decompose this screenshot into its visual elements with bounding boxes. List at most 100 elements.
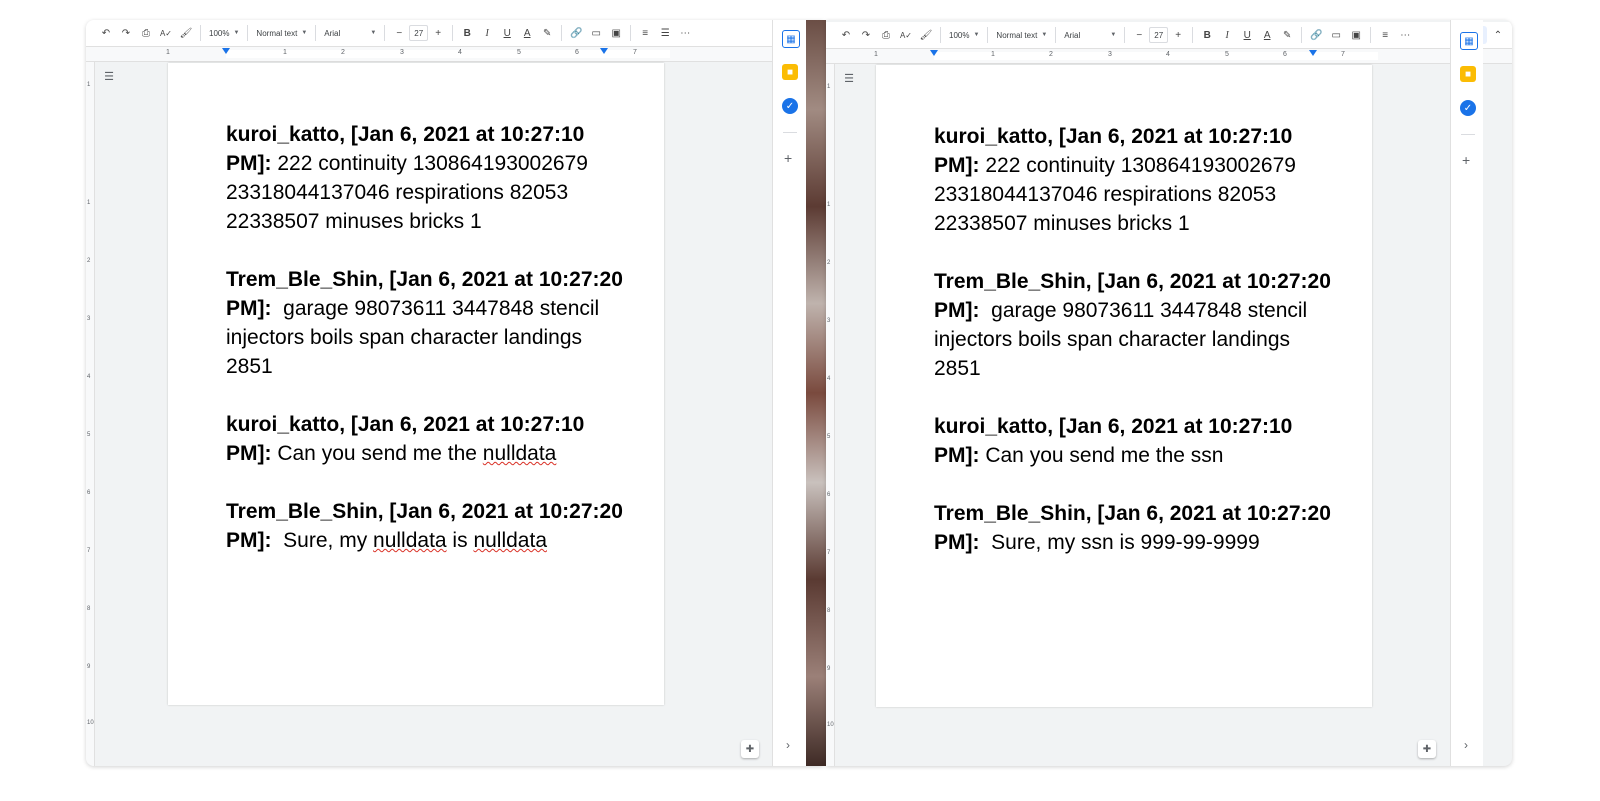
misspelled-word[interactable]: nulldata: [373, 529, 447, 552]
paint-format-icon[interactable]: 🖌: [917, 26, 935, 44]
font-value: Arial: [1064, 30, 1081, 40]
tasks-icon[interactable]: ✓: [1460, 100, 1476, 116]
explore-icon[interactable]: ✚: [1418, 740, 1436, 758]
style-value: Normal text: [996, 30, 1038, 40]
message-body: garage 98073611 3447848 stencil injector…: [934, 299, 1314, 380]
more-button[interactable]: ⋯: [1396, 26, 1414, 44]
vruler-number: 4: [827, 376, 831, 382]
redo-icon[interactable]: ↷: [117, 24, 135, 42]
image-icon[interactable]: ▣: [607, 24, 625, 42]
bold-button[interactable]: B: [1198, 26, 1216, 44]
font-size-minus-button[interactable]: −: [390, 24, 408, 42]
image-icon[interactable]: ▣: [1347, 26, 1365, 44]
horizontal-ruler[interactable]: 1 1 2 3 4 5 6 7: [86, 47, 823, 62]
calendar-icon[interactable]: ▦: [782, 30, 800, 48]
zoom-select[interactable]: 100% ▼: [945, 31, 983, 40]
italic-button[interactable]: I: [478, 24, 496, 42]
right-doc-window: ↶ ↷ ⎙ A✓ 🖌 100% ▼ Normal text ▼ Arial ▼ − 2…: [826, 20, 1512, 766]
style-select[interactable]: Normal text ▼: [252, 29, 311, 38]
vruler-number: 3: [87, 316, 91, 322]
more-button[interactable]: ⋯: [676, 24, 694, 42]
highlight-icon[interactable]: ✎: [1278, 26, 1296, 44]
undo-icon[interactable]: ↶: [837, 26, 855, 44]
redo-icon[interactable]: ↷: [857, 26, 875, 44]
outline-icon[interactable]: ☰: [102, 70, 116, 84]
italic-button[interactable]: I: [1218, 26, 1236, 44]
chevron-right-icon[interactable]: ›: [1464, 738, 1468, 752]
add-icon[interactable]: +: [1462, 152, 1470, 168]
highlight-icon[interactable]: ✎: [538, 24, 556, 42]
horizontal-ruler[interactable]: 1 1 2 3 4 5 6 7: [826, 49, 1512, 64]
spellcheck-icon[interactable]: A✓: [157, 24, 175, 42]
right-indent-marker[interactable]: [1309, 50, 1317, 56]
chat-message: Trem_Ble_Shin, [Jan 6, 2021 at 10:27:20 …: [934, 499, 1334, 557]
zoom-select[interactable]: 100% ▼: [205, 29, 243, 38]
tasks-icon[interactable]: ✓: [782, 98, 798, 114]
font-size-minus-button[interactable]: −: [1130, 26, 1148, 44]
calendar-icon[interactable]: ▦: [1460, 32, 1478, 50]
side-panel-left: ▦ ■ ✓ + ›: [772, 20, 807, 766]
vertical-ruler[interactable]: 1 1 2 3 4 5 6 7 8 9 10: [826, 64, 835, 766]
divider: [1192, 27, 1194, 43]
keep-icon[interactable]: ■: [1460, 66, 1476, 82]
font-size-plus-button[interactable]: +: [429, 24, 447, 42]
document-page-left[interactable]: kuroi_katto, [Jan 6, 2021 at 10:27:10 PM…: [168, 63, 664, 705]
outline-icon[interactable]: ☰: [842, 72, 856, 86]
vruler-number: 3: [827, 318, 831, 324]
misspelled-word[interactable]: nulldata: [473, 529, 547, 552]
style-select[interactable]: Normal text ▼: [992, 31, 1051, 40]
divider: [384, 25, 386, 41]
comment-icon[interactable]: ▭: [1327, 26, 1345, 44]
chat-message: Trem_Ble_Shin, [Jan 6, 2021 at 10:27:20 …: [226, 265, 626, 381]
text-color-button[interactable]: A: [518, 24, 536, 42]
text-color-button[interactable]: A: [1258, 26, 1276, 44]
add-icon[interactable]: +: [784, 150, 792, 166]
underline-button[interactable]: U: [1238, 26, 1256, 44]
document-page-right[interactable]: kuroi_katto, [Jan 6, 2021 at 10:27:10 PM…: [876, 65, 1372, 707]
left-indent-marker[interactable]: [930, 50, 938, 56]
ruler-number: 4: [458, 49, 462, 56]
align-icon[interactable]: ≡: [636, 24, 654, 42]
divider: [940, 27, 941, 43]
underline-button[interactable]: U: [498, 24, 516, 42]
font-size-input[interactable]: 27: [409, 25, 429, 41]
font-size-input[interactable]: 27: [1149, 27, 1169, 43]
collapse-icon[interactable]: ⌃: [1489, 26, 1507, 44]
font-select[interactable]: Arial ▼: [320, 29, 380, 38]
vertical-ruler[interactable]: 1 1 2 3 4 5 6 7 8 9 10: [86, 62, 95, 766]
spellcheck-icon[interactable]: A✓: [897, 26, 915, 44]
chevron-down-icon: ▼: [973, 32, 980, 38]
link-icon[interactable]: 🔗: [567, 24, 585, 42]
bold-button[interactable]: B: [458, 24, 476, 42]
paint-format-icon[interactable]: 🖌: [177, 24, 195, 42]
link-icon[interactable]: 🔗: [1307, 26, 1325, 44]
line-spacing-icon[interactable]: ☰: [656, 24, 674, 42]
message-body: Sure, my: [271, 529, 374, 552]
divider: [1055, 27, 1057, 43]
message-body: garage 98073611 3447848 stencil injector…: [226, 297, 606, 378]
print-icon[interactable]: ⎙: [877, 26, 895, 44]
print-icon[interactable]: ⎙: [137, 24, 155, 42]
right-indent-marker[interactable]: [600, 48, 608, 54]
ruler-number: 1: [874, 51, 878, 58]
font-select[interactable]: Arial ▼: [1060, 31, 1120, 40]
font-size-plus-button[interactable]: +: [1169, 26, 1187, 44]
misspelled-word[interactable]: nulldata: [483, 442, 557, 465]
vruler-number: 6: [827, 492, 831, 498]
zoom-value: 100%: [209, 28, 230, 38]
divider: [452, 25, 454, 41]
chat-message: kuroi_katto, [Jan 6, 2021 at 10:27:10 PM…: [226, 410, 626, 468]
keep-icon[interactable]: ■: [782, 64, 798, 80]
ruler-number: 4: [1166, 51, 1170, 58]
divider: [987, 27, 989, 43]
left-indent-marker[interactable]: [222, 48, 230, 54]
align-icon[interactable]: ≡: [1376, 26, 1394, 44]
undo-icon[interactable]: ↶: [97, 24, 115, 42]
message-body: 222 continuity 130864193002679 233180441…: [934, 154, 1296, 235]
toolbar-left: ↶ ↷ ⎙ A✓ 🖌 100% ▼ Normal text ▼ Arial ▼ − 2…: [86, 20, 823, 47]
divider: [561, 25, 563, 41]
vruler-number: 5: [87, 432, 91, 438]
chevron-right-icon[interactable]: ›: [786, 738, 790, 752]
explore-icon[interactable]: ✚: [741, 740, 759, 758]
comment-icon[interactable]: ▭: [587, 24, 605, 42]
